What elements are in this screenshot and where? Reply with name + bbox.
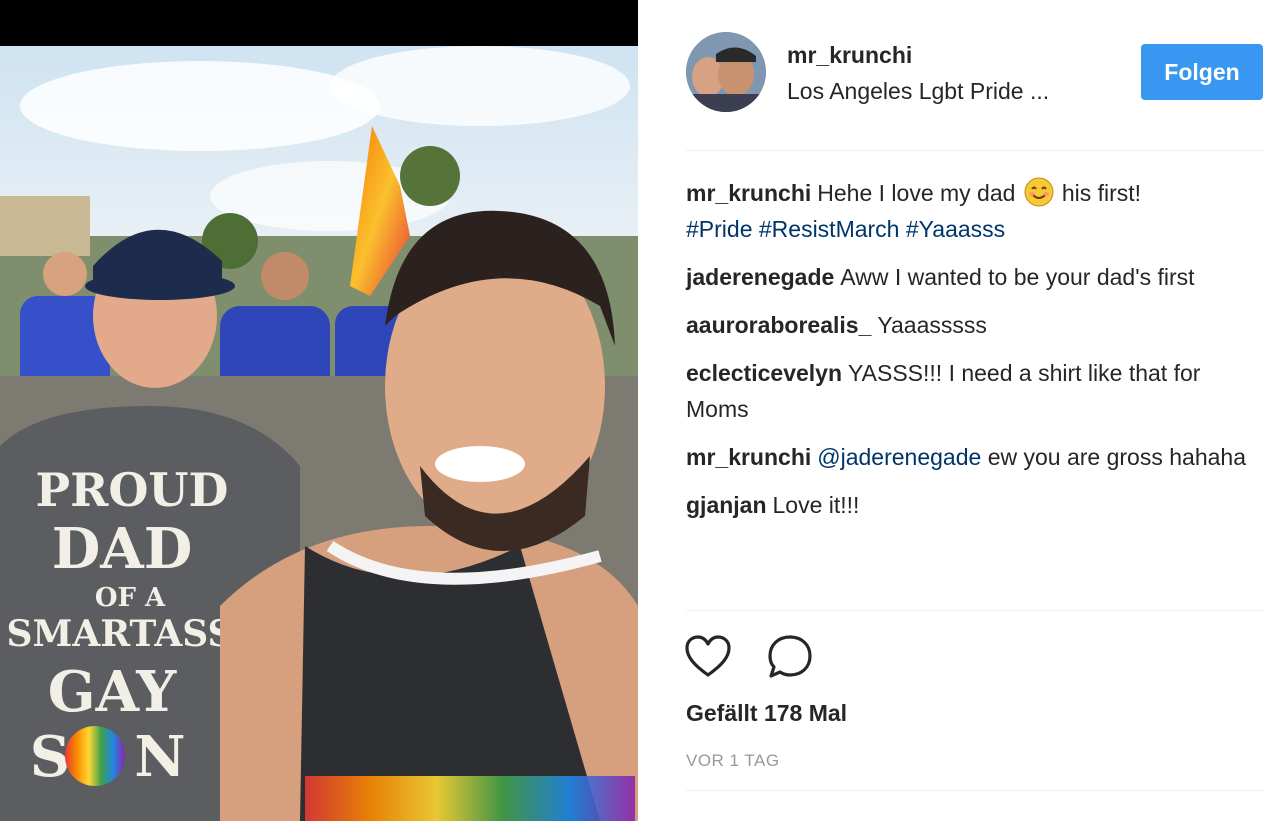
- post-timestamp[interactable]: VOR 1 TAG: [686, 751, 780, 771]
- shirt-text-n: N: [134, 724, 185, 790]
- follow-button[interactable]: Folgen: [1141, 44, 1263, 100]
- heart-icon[interactable]: [682, 632, 734, 682]
- shirt-text-s: S: [30, 724, 70, 790]
- smiling-face-emoji-icon: [1024, 177, 1054, 207]
- comment-item: eclecticevelyn YASSS!!! I need a shirt li…: [686, 355, 1246, 427]
- footer-divider: [686, 790, 1264, 791]
- comment-item: gjanjan Love it!!!: [686, 487, 1246, 523]
- caption: mr_krunchi Hehe I love my dad his first! …: [686, 175, 1246, 247]
- shirt-text-smartass: SMARTASS: [6, 613, 233, 655]
- comment-username[interactable]: aauroraborealis_: [686, 312, 871, 338]
- post-photo[interactable]: PROUD DAD OF A SMARTASS GAY S N: [0, 46, 638, 821]
- post-username[interactable]: mr_krunchi: [787, 42, 912, 69]
- caption-hashtags[interactable]: #Pride #ResistMarch #Yaaasss: [686, 216, 1005, 242]
- comment-bubble-icon[interactable]: [764, 632, 816, 682]
- comment-mention[interactable]: @jaderenegade: [817, 444, 981, 470]
- header-divider: [686, 150, 1264, 151]
- comment-username[interactable]: mr_krunchi: [686, 444, 811, 470]
- comment-username[interactable]: eclecticevelyn: [686, 360, 842, 386]
- post-location[interactable]: Los Angeles Lgbt Pride ...: [787, 78, 1049, 105]
- comment-text: Aww I wanted to be your dad's first: [840, 264, 1195, 290]
- comment-item: aauroraborealis_ Yaaasssss: [686, 307, 1246, 343]
- comment-text: ew you are gross hahaha: [987, 444, 1246, 470]
- photo-letterbox: [0, 0, 638, 46]
- post-header: mr_krunchi Los Angeles Lgbt Pride ... Fo…: [686, 30, 1266, 116]
- likes-count[interactable]: Gefällt 178 Mal: [686, 700, 847, 727]
- shirt-text-proud: PROUD: [36, 463, 229, 517]
- caption-text-end: his first!: [1061, 180, 1142, 206]
- comment-item: mr_krunchi @jaderenegade ew you are gross…: [686, 439, 1246, 475]
- comment-username[interactable]: gjanjan: [686, 492, 767, 518]
- caption-username[interactable]: mr_krunchi: [686, 180, 811, 206]
- shirt-text-dad: DAD: [52, 516, 193, 582]
- comment-username[interactable]: jaderenegade: [686, 264, 834, 290]
- post-photo-pane: PROUD DAD OF A SMARTASS GAY S N: [0, 0, 638, 821]
- comments-divider: [686, 610, 1264, 611]
- comment-item: jaderenegade Aww I wanted to be your dad'…: [686, 259, 1246, 295]
- shirt-text-gay: GAY: [48, 659, 177, 725]
- post-details-panel: mr_krunchi Los Angeles Lgbt Pride ... Fo…: [638, 0, 1280, 821]
- avatar[interactable]: [686, 32, 766, 112]
- comment-text: Love it!!!: [772, 492, 860, 518]
- shirt-text-of-a: OF A: [95, 583, 166, 613]
- comment-list: mr_krunchi Hehe I love my dad his first! …: [686, 175, 1246, 535]
- caption-text: Hehe I love my dad: [817, 180, 1016, 206]
- comment-text: Yaaasssss: [877, 312, 987, 338]
